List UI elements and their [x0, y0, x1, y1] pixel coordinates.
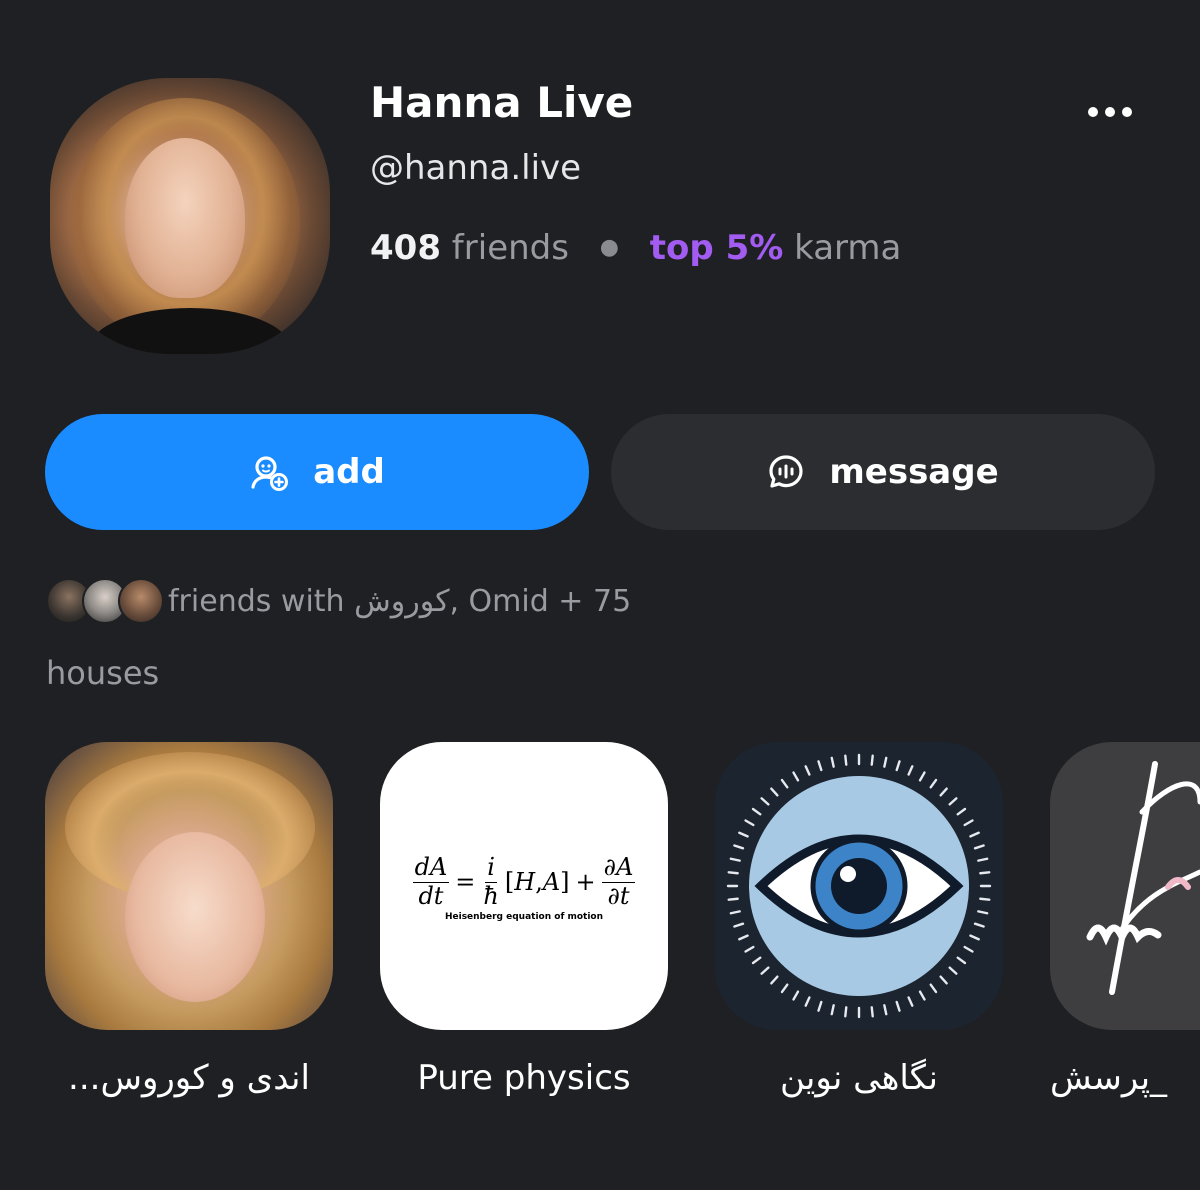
- add-friend-button[interactable]: add: [45, 414, 589, 530]
- eye-tick-mark: [770, 975, 779, 985]
- eye-tick-mark: [973, 922, 985, 928]
- add-friend-icon: [251, 456, 289, 491]
- eye-tick-mark: [979, 897, 991, 901]
- add-button-label: add: [313, 452, 385, 492]
- avatar-face: [125, 138, 245, 298]
- eye-tick-mark: [733, 844, 745, 850]
- profile-stats: 408 friends ● top 5% karma: [370, 228, 901, 268]
- profile-avatar[interactable]: [50, 78, 330, 354]
- eye-tick-mark: [751, 807, 762, 816]
- more-dot-icon: [1088, 107, 1098, 117]
- house-thumbnail: [1050, 742, 1200, 1030]
- eye-tick-mark: [977, 910, 989, 915]
- eye-tick-mark: [804, 765, 811, 776]
- thumbnail-face: [125, 832, 265, 1002]
- eye-tick-mark: [977, 857, 989, 862]
- house-card[interactable]: dA dt = iħ [H,A] + ∂A ∂t Heisenberg equati…: [380, 742, 668, 1098]
- house-thumbnail: dA dt = iħ [H,A] + ∂A ∂t Heisenberg equati…: [380, 742, 668, 1030]
- eye-tick-mark: [733, 922, 745, 928]
- house-card[interactable]: نگاهی نوین: [715, 742, 1003, 1098]
- eye-tick-mark: [844, 754, 848, 766]
- house-name: نگاهی نوین: [779, 1058, 939, 1098]
- eye-tick-mark: [727, 871, 739, 875]
- stats-separator: ●: [599, 235, 619, 260]
- eye-tick-mark: [963, 945, 974, 953]
- eye-tick-mark: [883, 1004, 888, 1016]
- eye-tick-mark: [895, 1000, 901, 1012]
- eye-tick-mark: [760, 966, 770, 975]
- eye-tick-mark: [948, 966, 958, 975]
- eye-tick-mark: [744, 819, 755, 827]
- houses-section-title: houses: [46, 654, 160, 692]
- karma-rank: top 5%: [649, 228, 784, 268]
- eye-tick-mark: [817, 760, 823, 772]
- house-name: اندی و کوروس...: [68, 1058, 310, 1098]
- house-name: Pure physics: [417, 1058, 631, 1098]
- equation-caption: Heisenberg equation of motion: [444, 912, 604, 922]
- mutual-friends[interactable]: friends with کوروش, Omid + 75: [46, 578, 631, 624]
- eye-tick-mark: [770, 787, 779, 797]
- profile-handle: @hanna.live: [370, 148, 582, 188]
- mutual-avatar: [118, 578, 164, 624]
- eye-tick-mark: [804, 996, 811, 1007]
- house-card[interactable]: _پرسش: [1050, 742, 1200, 1098]
- message-button-label: message: [829, 452, 999, 492]
- eye-tick-mark: [830, 1004, 835, 1016]
- eye-tick-mark: [918, 990, 926, 1001]
- eye-icon: [726, 753, 992, 1019]
- eye-tick-mark: [760, 797, 770, 806]
- eye-tick-mark: [918, 771, 926, 782]
- eye-tick-mark: [907, 996, 914, 1007]
- eye-tick-mark: [939, 787, 948, 797]
- house-name: _پرسش: [1050, 1058, 1168, 1098]
- more-dot-icon: [1105, 107, 1115, 117]
- eye-tick-mark: [929, 778, 938, 789]
- calligraphy-logo-icon: [1086, 761, 1200, 995]
- house-thumbnail: [45, 742, 333, 1030]
- eye-tick-mark: [870, 1006, 874, 1018]
- eye-tick-mark: [929, 983, 938, 994]
- eye-tick-mark: [792, 771, 800, 782]
- eye-tick-mark: [729, 857, 741, 862]
- message-icon: [769, 455, 803, 488]
- profile-name: Hanna Live: [370, 78, 634, 127]
- eye-tick-mark: [744, 945, 755, 953]
- eye-tick-mark: [817, 1000, 823, 1012]
- karma-label: karma: [794, 228, 902, 268]
- eye-tick-mark: [830, 756, 835, 768]
- eye-tick-mark: [729, 910, 741, 915]
- eye-tick-mark: [948, 797, 958, 806]
- eye-tick-mark: [956, 956, 967, 965]
- eye-tick-mark: [956, 807, 967, 816]
- eye-tick-mark: [979, 871, 991, 875]
- house-thumbnail: [715, 742, 1003, 1030]
- mutual-avatars: [46, 578, 164, 624]
- eye-tick-mark: [738, 831, 749, 838]
- eye-tick-mark: [907, 765, 914, 776]
- eye-tick-mark: [738, 934, 749, 941]
- eye-tick-mark: [969, 934, 980, 941]
- more-dot-icon: [1122, 107, 1132, 117]
- eye-tick-mark: [883, 756, 888, 768]
- friends-count[interactable]: 408: [370, 228, 441, 268]
- eye-tick-mark: [895, 760, 901, 772]
- house-card[interactable]: اندی و کوروس...: [45, 742, 333, 1098]
- eye-tick-mark: [780, 983, 789, 994]
- friends-label[interactable]: friends: [452, 228, 569, 268]
- eye-tick-mark: [751, 956, 762, 965]
- eye-tick-mark: [780, 778, 789, 789]
- eye-tick-mark: [963, 819, 974, 827]
- mutual-friends-text: friends with کوروش, Omid + 75: [168, 583, 632, 619]
- message-button[interactable]: message: [611, 414, 1155, 530]
- eye-tick-mark: [973, 844, 985, 850]
- eye-tick-mark: [969, 831, 980, 838]
- eye-tick-mark: [792, 990, 800, 1001]
- eye-tick-mark: [844, 1006, 848, 1018]
- more-options-button[interactable]: [1080, 92, 1140, 132]
- eye-tick-mark: [727, 897, 739, 901]
- eye-tick-mark: [870, 754, 874, 766]
- eye-tick-mark: [939, 975, 948, 985]
